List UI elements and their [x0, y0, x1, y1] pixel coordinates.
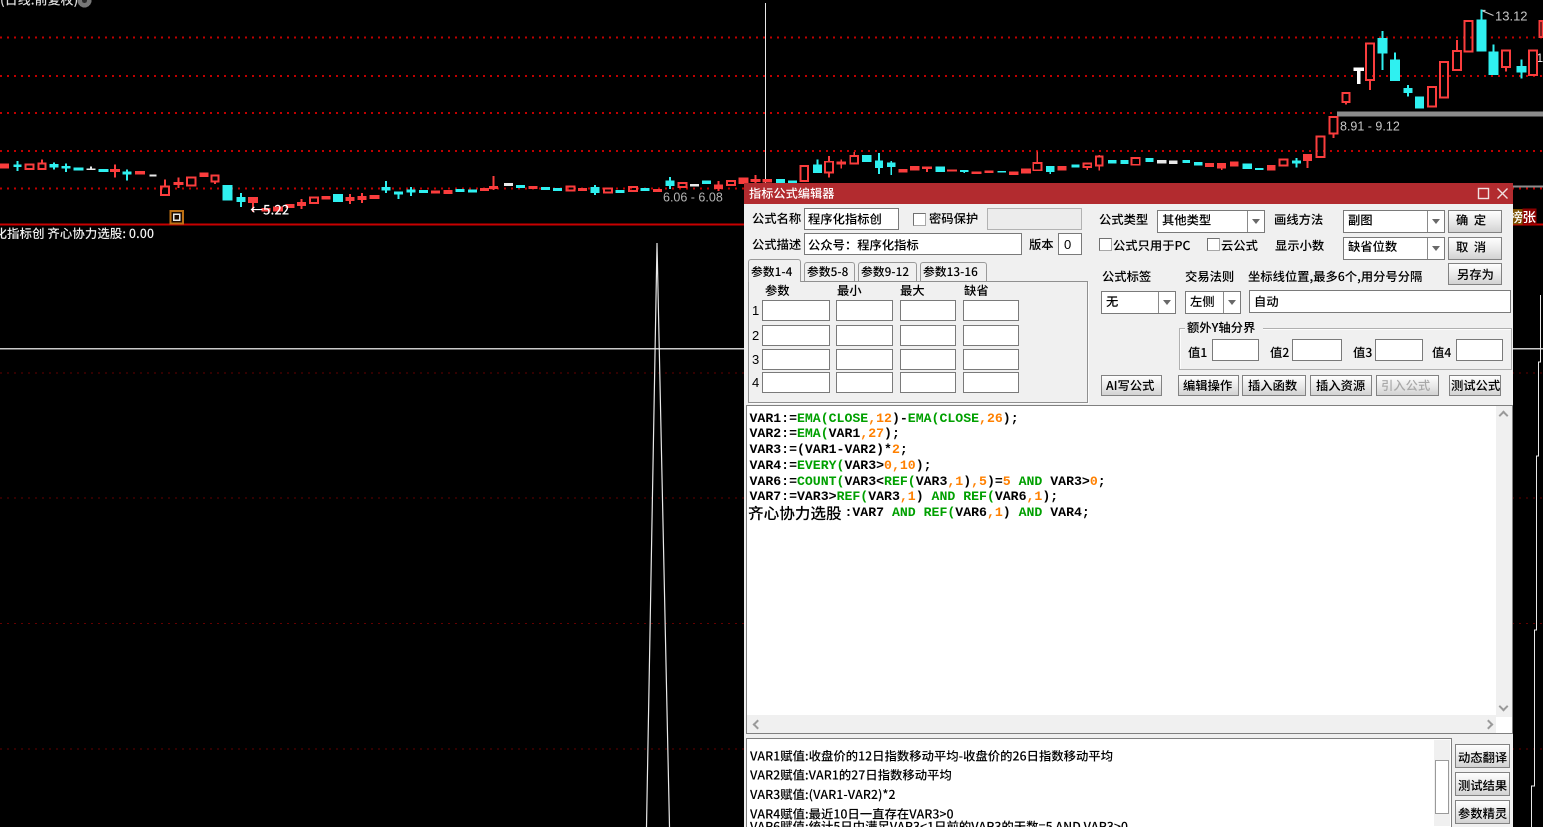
svg-text:13.12: 13.12 [1495, 9, 1528, 24]
svg-text:6.06 - 6.08: 6.06 - 6.08 [663, 191, 723, 205]
svg-text:8.91 - 9.12: 8.91 - 9.12 [1340, 120, 1400, 134]
